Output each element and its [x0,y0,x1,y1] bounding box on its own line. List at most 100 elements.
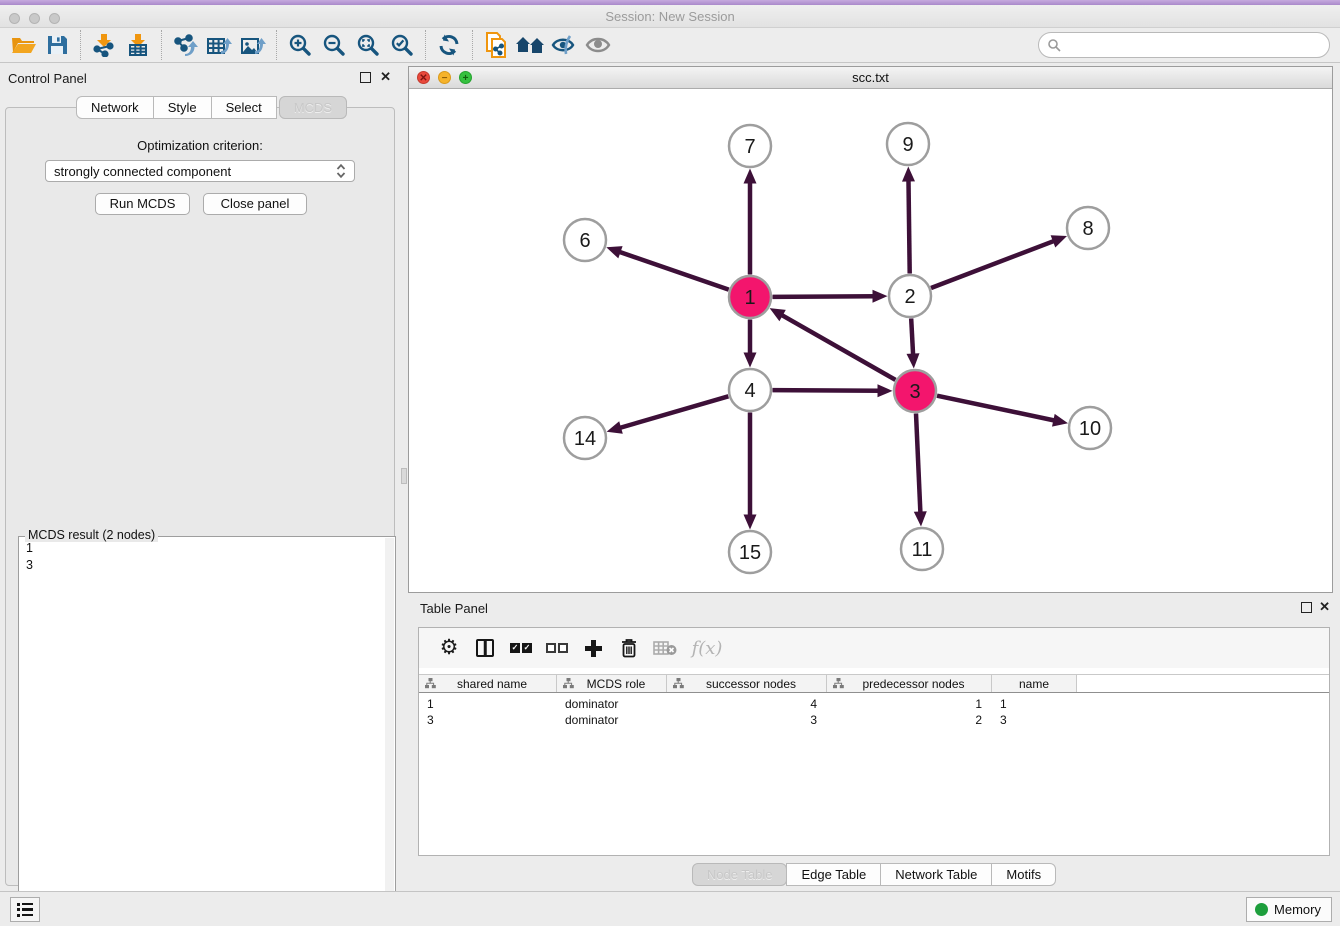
export-image-button[interactable] [236,30,270,60]
optimization-criterion-select[interactable]: strongly connected component [45,160,355,182]
window-titlebar: Session: New Session [0,5,1340,28]
node-label: 10 [1079,418,1101,440]
edge-arrowhead [878,384,893,397]
graph-edge-3-11[interactable] [916,413,920,514]
home-networks-button[interactable] [513,30,547,60]
export-table-icon [206,33,232,57]
memory-status-icon [1255,903,1268,916]
network-graph[interactable]: 7968124314101511 [409,89,1332,592]
zoom-in-button[interactable] [283,30,317,60]
graph-edge-3-1[interactable] [780,314,895,380]
refresh-button[interactable] [432,30,466,60]
table-header-row: shared name MCDS role successor nodes pr… [419,674,1329,693]
list-icon [17,903,33,917]
tab-edge-table[interactable]: Edge Table [786,863,881,886]
table-row[interactable]: 1 dominator 4 1 1 [419,696,1329,712]
cell-predecessor-nodes[interactable]: 2 [827,712,992,728]
column-header-predecessor-nodes[interactable]: predecessor nodes [827,675,992,692]
close-panel-icon[interactable]: ✕ [380,69,391,85]
graph-edge-3-10[interactable] [937,396,1056,421]
cell-name[interactable]: 1 [992,696,1077,712]
zoom-out-button[interactable] [317,30,351,60]
zoom-fit-button[interactable] [351,30,385,60]
graph-edge-4-3[interactable] [772,390,880,391]
column-header-mcds-role[interactable]: MCDS role [557,675,667,692]
deselect-all-button[interactable] [539,633,575,663]
graph-edge-2-3[interactable] [911,318,913,356]
mcds-result-box[interactable]: MCDS result (2 nodes) 1 3 [18,536,396,915]
split-view-button[interactable] [467,633,503,663]
close-panel-button[interactable]: Close panel [203,193,307,215]
graph-edge-2-9[interactable] [908,178,909,273]
show-view-button[interactable] [581,30,615,60]
graph-edge-1-6[interactable] [618,251,729,289]
cell-successor-nodes[interactable]: 3 [667,712,827,728]
hide-details-button[interactable] [547,30,581,60]
function-builder-button[interactable]: f(x) [683,633,731,663]
result-scrollbar[interactable] [385,538,394,913]
task-history-button[interactable] [10,897,40,922]
plus-icon [585,640,602,657]
add-row-button[interactable] [575,633,611,663]
graph-edge-2-8[interactable] [931,240,1056,288]
cell-shared-name[interactable]: 1 [419,696,557,712]
export-network-button[interactable] [168,30,202,60]
cell-shared-name[interactable]: 3 [419,712,557,728]
cell-mcds-role[interactable]: dominator [557,696,667,712]
node-label: 9 [902,134,913,156]
status-bar: Memory [0,891,1340,926]
tab-motifs[interactable]: Motifs [991,863,1056,886]
edge-arrowhead [914,511,927,526]
column-header-shared-name[interactable]: shared name [419,675,557,692]
vertical-split-grip[interactable] [401,468,407,484]
close-table-panel-icon[interactable]: ✕ [1319,599,1330,615]
tab-mcds[interactable]: MCDS [279,96,347,119]
unchecked-box-icon [558,643,568,653]
edge-arrowhead [1051,235,1067,247]
network-window-titlebar[interactable]: ✕ − + scc.txt [409,67,1332,89]
float-panel-icon[interactable] [360,72,371,83]
tab-select[interactable]: Select [211,96,277,119]
duplicate-network-button[interactable] [479,30,513,60]
node-label: 1 [744,287,755,309]
tab-node-table[interactable]: Node Table [692,863,788,886]
select-all-button[interactable]: ✓✓ [503,633,539,663]
zoom-selected-button[interactable] [385,30,419,60]
result-line: 1 [26,540,33,557]
cell-name[interactable]: 3 [992,712,1077,728]
save-session-button[interactable] [40,30,74,60]
cell-successor-nodes[interactable]: 4 [667,696,827,712]
import-table-icon [126,33,150,57]
import-table-button[interactable] [121,30,155,60]
trash-icon [620,638,638,658]
export-table-button[interactable] [202,30,236,60]
graph-edge-4-14[interactable] [618,396,728,428]
gear-icon: ⚙ [440,638,459,658]
tab-network[interactable]: Network [76,96,154,119]
delete-table-button[interactable] [647,633,683,663]
column-header-name[interactable]: name [992,675,1077,692]
split-columns-icon [476,639,494,657]
open-session-button[interactable] [6,30,40,60]
tab-style[interactable]: Style [153,96,212,119]
mcds-result-legend: MCDS result (2 nodes) [25,528,158,542]
search-field[interactable] [1038,32,1330,58]
delete-row-button[interactable] [611,633,647,663]
cell-mcds-role[interactable]: dominator [557,712,667,728]
tab-network-table[interactable]: Network Table [880,863,992,886]
network-canvas[interactable]: 7968124314101511 [409,89,1332,592]
network-window-title: scc.txt [409,70,1332,85]
graph-edge-1-2[interactable] [772,296,875,297]
table-row[interactable]: 3 dominator 3 2 3 [419,712,1329,728]
memory-button[interactable]: Memory [1246,897,1332,922]
cell-predecessor-nodes[interactable]: 1 [827,696,992,712]
checked-box-icon: ✓ [510,643,520,653]
import-network-button[interactable] [87,30,121,60]
search-input[interactable] [1061,35,1329,55]
column-settings-button[interactable]: ⚙ [431,633,467,663]
float-table-panel-icon[interactable] [1301,602,1312,613]
run-mcds-button[interactable]: Run MCDS [95,193,190,215]
edge-arrowhead [902,167,915,182]
toolbar-separator [425,30,426,60]
column-header-successor-nodes[interactable]: successor nodes [667,675,827,692]
